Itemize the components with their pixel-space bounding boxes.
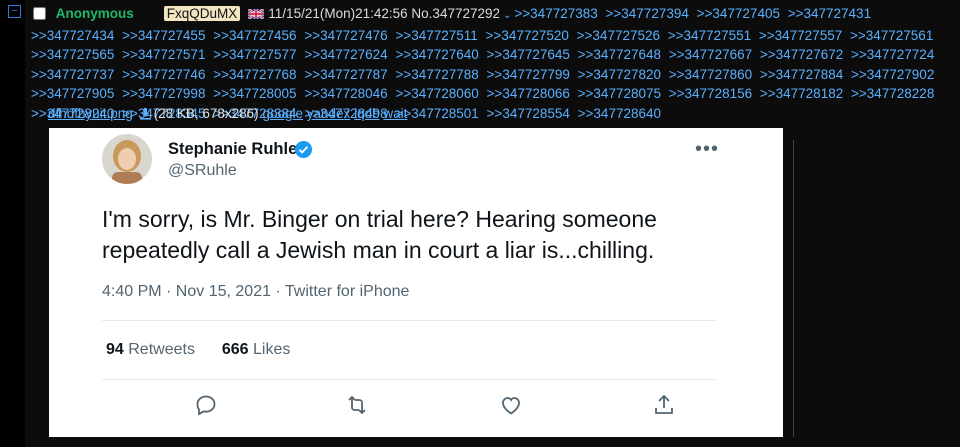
- reply-link[interactable]: >>347727788: [395, 67, 478, 82]
- reply-link[interactable]: >>347727672: [760, 47, 843, 62]
- retweet-count: 94: [106, 341, 124, 358]
- reply-link[interactable]: >>347727434: [31, 28, 114, 43]
- reply-link[interactable]: >>347728640: [578, 106, 661, 121]
- reply-link[interactable]: >>347728075: [578, 86, 661, 101]
- like-label: Likes: [253, 341, 291, 358]
- reply-link[interactable]: >>347727820: [578, 67, 661, 82]
- reply-link[interactable]: >>347727860: [669, 67, 752, 82]
- reply-link[interactable]: >>347727624: [304, 47, 387, 62]
- reply-link[interactable]: >>347727383: [514, 6, 597, 21]
- file-meta: (28 KB, 678x286): [153, 106, 259, 121]
- divider: [102, 379, 716, 380]
- reply-link[interactable]: >>347727520: [486, 28, 569, 43]
- reply-link[interactable]: >>347728182: [760, 86, 843, 101]
- poster-id[interactable]: FxqQDuMX: [163, 6, 241, 21]
- file-info: dfhdfhyuit.png (28 KB, 678x286) google y…: [48, 106, 407, 121]
- reply-link[interactable]: >>347728554: [487, 106, 570, 121]
- reply-link[interactable]: >>347727431: [788, 6, 871, 21]
- reply-link[interactable]: >>347727557: [759, 28, 842, 43]
- tweet-text: I'm sorry, is Mr. Binger on trial here? …: [102, 206, 657, 263]
- reply-link[interactable]: >>347727648: [578, 47, 661, 62]
- reply-link[interactable]: >>347727577: [213, 47, 296, 62]
- file-name-link[interactable]: dfhdfhyuit.png: [48, 106, 133, 121]
- reply-link[interactable]: >>347727455: [122, 28, 205, 43]
- ellipsis-icon: •••: [695, 138, 720, 160]
- reply-link[interactable]: >>347728501: [395, 106, 478, 121]
- reply-link[interactable]: >>347727405: [697, 6, 780, 21]
- tweet-image[interactable]: Stephanie Ruhle @SRuhle ••• I'm sorry, i…: [49, 128, 783, 437]
- tweet-meta: 4:40 PM · Nov 15, 2021 · Twitter for iPh…: [102, 283, 410, 300]
- reply-link[interactable]: >>347727551: [668, 28, 751, 43]
- chevron-down-icon[interactable]: ⌄: [503, 10, 511, 21]
- uk-flag-icon: [248, 9, 265, 19]
- reply-link[interactable]: >>347728005: [213, 86, 296, 101]
- tweet-handle: @SRuhle: [168, 162, 237, 179]
- google-search-link[interactable]: google: [262, 106, 303, 121]
- yandex-search-link[interactable]: yandex: [307, 106, 351, 121]
- reply-link[interactable]: >>347728060: [395, 86, 478, 101]
- reply-link[interactable]: >>347727394: [606, 6, 689, 21]
- reply-link[interactable]: >>347728046: [304, 86, 387, 101]
- reply-link[interactable]: >>347727902: [851, 67, 934, 82]
- collapse-thread-button[interactable]: −: [8, 5, 21, 18]
- reply-link[interactable]: >>347727561: [850, 28, 933, 43]
- reply-link[interactable]: >>347727998: [122, 86, 205, 101]
- reply-link[interactable]: >>347727526: [577, 28, 660, 43]
- avatar: [102, 134, 152, 184]
- reply-link[interactable]: >>347727787: [304, 67, 387, 82]
- image-side-strip: [793, 128, 960, 437]
- reply-link[interactable]: >>347727640: [395, 47, 478, 62]
- reply-link[interactable]: >>347727884: [760, 67, 843, 82]
- tweet-display-name: Stephanie Ruhle: [168, 140, 298, 158]
- reply-link[interactable]: >>347728066: [487, 86, 570, 101]
- post-datetime: 11/15/21(Mon)21:42:56: [268, 6, 408, 21]
- divider: [793, 140, 794, 437]
- post-select-checkbox[interactable]: [33, 7, 46, 20]
- divider: [102, 320, 716, 321]
- reply-link[interactable]: >>347727737: [31, 67, 114, 82]
- iqdb-search-link[interactable]: iqdb: [354, 106, 380, 121]
- retweet-label: Retweets: [128, 341, 195, 358]
- reply-link[interactable]: >>347727511: [395, 28, 477, 43]
- reply-icon: [196, 395, 216, 416]
- reply-links: >>347727383 >>347727394 >>347727405 >>34…: [31, 6, 938, 121]
- reply-link[interactable]: >>347728156: [669, 86, 752, 101]
- heart-icon: [502, 397, 520, 415]
- reply-link[interactable]: >>347727565: [31, 47, 114, 62]
- reply-link[interactable]: >>347727768: [213, 67, 296, 82]
- reply-link[interactable]: >>347727571: [122, 47, 205, 62]
- reply-link[interactable]: >>347727746: [122, 67, 205, 82]
- retweet-icon: [348, 395, 366, 415]
- reply-link[interactable]: >>347727667: [669, 47, 752, 62]
- tweet-stats: 94 Retweets 666 Likes: [106, 341, 290, 359]
- reply-link[interactable]: >>347727645: [487, 47, 570, 62]
- share-icon: [655, 394, 673, 414]
- download-icon[interactable]: [139, 107, 152, 120]
- reply-link[interactable]: >>347727799: [487, 67, 570, 82]
- reply-link[interactable]: >>347727476: [304, 28, 387, 43]
- post-container: Anonymous FxqQDuMX 11/15/21(Mon)21:42:56 …: [25, 0, 960, 447]
- reply-link[interactable]: >>347728228: [851, 86, 934, 101]
- like-count: 666: [221, 341, 249, 358]
- wait-search-link[interactable]: wait: [383, 106, 407, 121]
- poster-name: Anonymous: [55, 6, 134, 21]
- post-number[interactable]: No.347727292: [411, 6, 500, 21]
- verified-badge-icon: [294, 140, 313, 159]
- reply-link[interactable]: >>347727456: [213, 28, 296, 43]
- reply-link[interactable]: >>347727724: [851, 47, 934, 62]
- reply-link[interactable]: >>347727905: [31, 86, 114, 101]
